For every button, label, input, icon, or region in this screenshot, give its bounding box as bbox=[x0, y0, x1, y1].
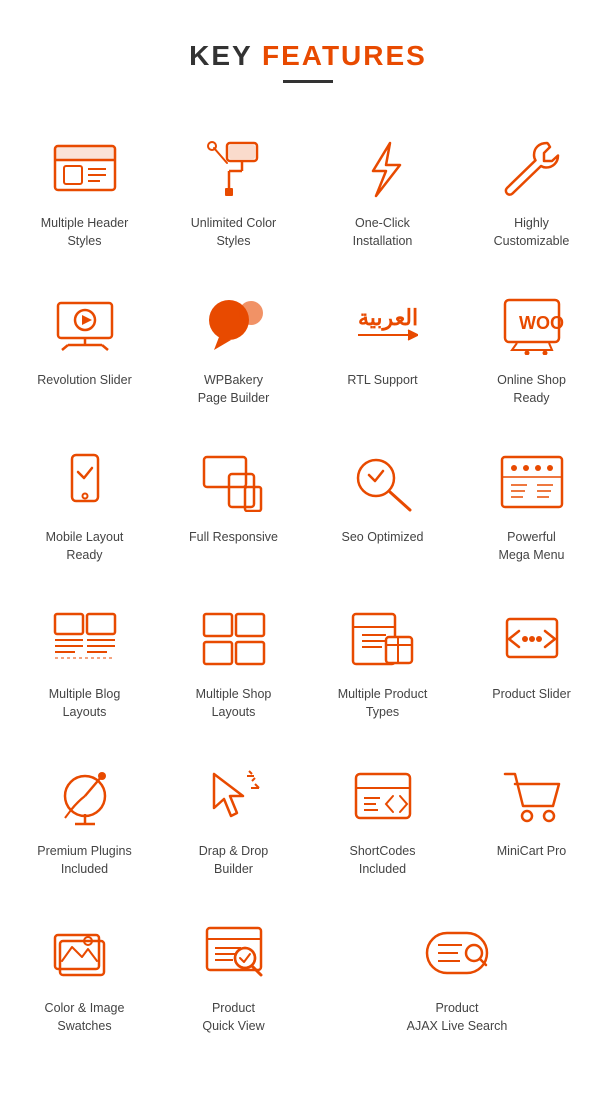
feature-one-click-installation: One-ClickInstallation bbox=[308, 113, 457, 270]
svg-text:WOO: WOO bbox=[519, 313, 564, 333]
premium-plugins-included-label: Premium PluginsIncluded bbox=[37, 843, 131, 878]
mobile-layout-ready-icon bbox=[45, 447, 125, 517]
product-slider-icon bbox=[492, 604, 572, 674]
one-click-installation-icon bbox=[343, 133, 423, 203]
product-ajax-live-search-label: ProductAJAX Live Search bbox=[407, 1000, 508, 1035]
revolution-slider-icon bbox=[45, 290, 125, 360]
minicart-pro-label: MiniCart Pro bbox=[497, 843, 566, 861]
one-click-installation-label: One-ClickInstallation bbox=[353, 215, 413, 250]
rtl-support-label: RTL Support bbox=[347, 372, 417, 390]
seo-optimized-label: Seo Optimized bbox=[342, 529, 424, 547]
product-quick-view-icon bbox=[194, 918, 274, 988]
multiple-blog-layouts-icon bbox=[45, 604, 125, 674]
mobile-layout-ready-label: Mobile LayoutReady bbox=[46, 529, 124, 564]
product-slider-label: Product Slider bbox=[492, 686, 571, 704]
feature-product-ajax-live-search: ProductAJAX Live Search bbox=[308, 898, 606, 1055]
feature-multiple-product-types: Multiple ProductTypes bbox=[308, 584, 457, 741]
feature-product-slider: Product Slider bbox=[457, 584, 606, 741]
feature-full-responsive: Full Responsive bbox=[159, 427, 308, 584]
feature-drag-drop-builder: Drap & DropBuilder bbox=[159, 741, 308, 898]
multiple-product-types-icon bbox=[343, 604, 423, 674]
feature-product-quick-view: ProductQuick View bbox=[159, 898, 308, 1055]
multiple-shop-layouts-icon bbox=[194, 604, 274, 674]
full-responsive-icon bbox=[194, 447, 274, 517]
product-ajax-live-search-icon bbox=[417, 918, 497, 988]
feature-revolution-slider: Revolution Slider bbox=[10, 270, 159, 427]
color-image-swatches-icon bbox=[45, 918, 125, 988]
premium-plugins-included-icon bbox=[45, 761, 125, 831]
feature-unlimited-color-styles: Unlimited ColorStyles bbox=[159, 113, 308, 270]
feature-rtl-support: العربية RTL Support bbox=[308, 270, 457, 427]
online-shop-ready-icon: WOO bbox=[492, 290, 572, 360]
seo-optimized-icon bbox=[343, 447, 423, 517]
multiple-header-styles-label: Multiple HeaderStyles bbox=[41, 215, 129, 250]
unlimited-color-styles-icon bbox=[194, 133, 274, 203]
feature-wpbakery-page-builder: WPBakeryPage Builder bbox=[159, 270, 308, 427]
product-quick-view-label: ProductQuick View bbox=[202, 1000, 264, 1035]
multiple-shop-layouts-label: Multiple ShopLayouts bbox=[196, 686, 272, 721]
feature-premium-plugins-included: Premium PluginsIncluded bbox=[10, 741, 159, 898]
drag-drop-builder-icon bbox=[194, 761, 274, 831]
drag-drop-builder-label: Drap & DropBuilder bbox=[199, 843, 268, 878]
powerful-mega-menu-icon bbox=[492, 447, 572, 517]
color-image-swatches-label: Color & ImageSwatches bbox=[45, 1000, 125, 1035]
online-shop-ready-label: Online ShopReady bbox=[497, 372, 566, 407]
rtl-support-icon: العربية bbox=[343, 290, 423, 360]
feature-multiple-shop-layouts: Multiple ShopLayouts bbox=[159, 584, 308, 741]
shortcodes-included-icon bbox=[343, 761, 423, 831]
highly-customizable-label: HighlyCustomizable bbox=[494, 215, 570, 250]
minicart-pro-icon bbox=[492, 761, 572, 831]
full-responsive-label: Full Responsive bbox=[189, 529, 278, 547]
header-features: FEATURES bbox=[262, 40, 427, 71]
feature-online-shop-ready: WOO Online ShopReady bbox=[457, 270, 606, 427]
feature-color-image-swatches: Color & ImageSwatches bbox=[10, 898, 159, 1055]
powerful-mega-menu-label: PowerfulMega Menu bbox=[498, 529, 564, 564]
multiple-header-styles-icon bbox=[45, 133, 125, 203]
multiple-product-types-label: Multiple ProductTypes bbox=[338, 686, 428, 721]
features-grid: Multiple HeaderStyles Unlimited ColorSty… bbox=[0, 103, 616, 1085]
feature-mobile-layout-ready: Mobile LayoutReady bbox=[10, 427, 159, 584]
feature-multiple-blog-layouts: Multiple BlogLayouts bbox=[10, 584, 159, 741]
page-header: KEY FEATURES bbox=[0, 0, 616, 103]
highly-customizable-icon bbox=[492, 133, 572, 203]
multiple-blog-layouts-label: Multiple BlogLayouts bbox=[49, 686, 121, 721]
feature-shortcodes-included: ShortCodesIncluded bbox=[308, 741, 457, 898]
feature-highly-customizable: HighlyCustomizable bbox=[457, 113, 606, 270]
feature-multiple-header-styles: Multiple HeaderStyles bbox=[10, 113, 159, 270]
feature-minicart-pro: MiniCart Pro bbox=[457, 741, 606, 898]
shortcodes-included-label: ShortCodesIncluded bbox=[349, 843, 415, 878]
revolution-slider-label: Revolution Slider bbox=[37, 372, 132, 390]
feature-seo-optimized: Seo Optimized bbox=[308, 427, 457, 584]
header-underline bbox=[283, 80, 333, 83]
unlimited-color-styles-label: Unlimited ColorStyles bbox=[191, 215, 276, 250]
wpbakery-page-builder-icon bbox=[194, 290, 274, 360]
feature-powerful-mega-menu: PowerfulMega Menu bbox=[457, 427, 606, 584]
svg-text:العربية: العربية bbox=[358, 305, 418, 331]
wpbakery-page-builder-label: WPBakeryPage Builder bbox=[198, 372, 270, 407]
header-key: KEY bbox=[189, 40, 252, 71]
